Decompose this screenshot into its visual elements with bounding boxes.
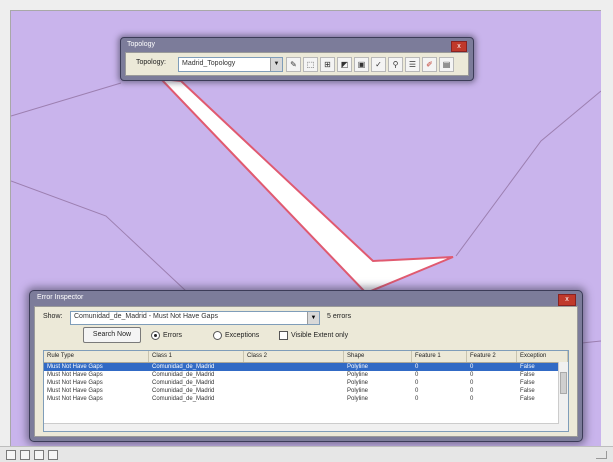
table-cell: 0 (470, 364, 474, 370)
table-cell (244, 379, 344, 387)
edit-pencil-icon[interactable]: ✐ (422, 57, 437, 72)
table-row[interactable]: Must Not Have Gaps Comunidad_de_Madrid P… (44, 379, 568, 387)
chevron-down-icon[interactable]: ▼ (270, 58, 282, 71)
show-select[interactable]: Comunidad_de_Madrid - Must Not Have Gaps… (70, 311, 320, 325)
table-cell: 0 (470, 388, 474, 394)
left-ruler (0, 0, 10, 461)
status-bar (0, 446, 613, 462)
exceptions-radio-label: Exceptions (225, 332, 260, 339)
topology-edit-icon[interactable]: ✎ (286, 57, 301, 72)
select-feature-icon[interactable]: ⬚ (303, 57, 318, 72)
layout-view-icon[interactable] (20, 450, 30, 460)
table-cell (244, 371, 344, 379)
error-count: 5 errors (327, 313, 352, 320)
table-cell: Comunidad_de_Madrid (152, 388, 215, 394)
delete-icon[interactable]: ▤ (439, 57, 454, 72)
fix-error-icon[interactable]: ✓ (371, 57, 386, 72)
topology-label: Topology: (136, 59, 166, 66)
table-row[interactable]: Must Not Have Gaps Comunidad_de_Madrid P… (44, 363, 568, 371)
errors-radio-label: Errors (163, 332, 183, 339)
table-cell: Comunidad_de_Madrid (152, 380, 215, 386)
table-cell: 0 (415, 380, 419, 386)
table-cell: Must Not Have Gaps (47, 396, 103, 402)
table-cell: Polyline (347, 380, 369, 386)
topology-select[interactable]: Madrid_Topology ▼ (178, 57, 283, 72)
error-inspector-title: Error Inspector (37, 294, 84, 301)
validate-visible-icon[interactable]: ▣ (354, 57, 369, 72)
topology-select-value: Madrid_Topology (182, 60, 236, 67)
close-icon[interactable]: x (451, 41, 467, 52)
exceptions-radio[interactable]: Exceptions (213, 331, 259, 340)
polygon-boundary-line (11, 180, 187, 292)
polygon-boundary-line (455, 90, 601, 257)
table-cell: Polyline (347, 388, 369, 394)
table-row[interactable]: Must Not Have Gaps Comunidad_de_Madrid P… (44, 371, 568, 379)
error-inspector-icon[interactable]: ⚲ (388, 57, 403, 72)
visible-extent-label: Visible Extent only (291, 332, 349, 339)
table-cell (244, 387, 344, 395)
map-topology-icon[interactable]: ⊞ (320, 57, 335, 72)
table-cell: Comunidad_de_Madrid (152, 364, 215, 370)
error-table[interactable]: Rule Type Class 1 Class 2 Shape Feature … (43, 350, 569, 432)
table-row[interactable]: Must Not Have Gaps Comunidad_de_Madrid P… (44, 387, 568, 395)
table-header: Rule Type Class 1 Class 2 Shape Feature … (44, 351, 568, 363)
topology-gap-error-polygon[interactable] (158, 77, 454, 295)
column-header[interactable]: Feature 2 (467, 351, 517, 362)
table-cell: 0 (415, 396, 419, 402)
column-header[interactable]: Class 1 (149, 351, 244, 362)
vertical-scrollbar[interactable] (558, 362, 568, 431)
table-cell: 0 (415, 388, 419, 394)
resize-grip-icon[interactable] (596, 451, 607, 459)
table-cell: 0 (415, 372, 419, 378)
table-cell: Comunidad_de_Madrid (152, 396, 215, 402)
table-cell: Must Not Have Gaps (47, 380, 103, 386)
checkbox-icon[interactable] (279, 331, 288, 340)
table-cell (244, 363, 344, 371)
radio-icon[interactable] (151, 331, 160, 340)
radio-icon[interactable] (213, 331, 222, 340)
error-inspector-body: Show: Comunidad_de_Madrid - Must Not Hav… (34, 306, 578, 437)
search-now-button[interactable]: Search Now (83, 327, 141, 343)
table-cell: 0 (470, 396, 474, 402)
polygon-boundary-line (11, 82, 122, 117)
topology-toolbar-window[interactable]: Topology x Topology: Madrid_Topology ▼ ✎… (120, 37, 474, 81)
table-cell (244, 395, 344, 403)
topology-toolbar-title: Topology (127, 41, 156, 48)
scrollbar-thumb[interactable] (560, 372, 567, 394)
column-header[interactable]: Class 2 (244, 351, 344, 362)
column-header[interactable]: Rule Type (44, 351, 149, 362)
table-cell: Polyline (347, 396, 369, 402)
column-header[interactable]: Exception (517, 351, 568, 362)
topology-toolbar: Topology: Madrid_Topology ▼ ✎ ⬚ ⊞ ◩ ▣ ✓ … (125, 52, 469, 76)
chevron-down-icon[interactable]: ▼ (307, 312, 319, 324)
table-cell: Polyline (347, 364, 369, 370)
table-cell: 0 (470, 380, 474, 386)
table-cell: Must Not Have Gaps (47, 388, 103, 394)
error-inspector-window[interactable]: Error Inspector x Show: Comunidad_de_Mad… (29, 290, 583, 442)
pause-drawing-icon[interactable] (48, 450, 58, 460)
horizontal-scrollbar[interactable] (44, 423, 559, 431)
column-header[interactable]: Shape (344, 351, 412, 362)
table-cell: Must Not Have Gaps (47, 364, 103, 370)
topology-rules-icon[interactable]: ☰ (405, 57, 420, 72)
refresh-icon[interactable] (34, 450, 44, 460)
table-cell: Comunidad_de_Madrid (152, 372, 215, 378)
table-cell: Polyline (347, 372, 369, 378)
show-label: Show: (43, 313, 63, 320)
data-view-icon[interactable] (6, 450, 16, 460)
show-select-value: Comunidad_de_Madrid - Must Not Have Gaps (74, 313, 218, 320)
visible-extent-checkbox[interactable]: Visible Extent only (279, 331, 348, 340)
validate-extent-icon[interactable]: ◩ (337, 57, 352, 72)
errors-radio[interactable]: Errors (151, 331, 182, 340)
column-header[interactable]: Feature 1 (412, 351, 467, 362)
right-ruler (601, 0, 613, 461)
table-cell: Must Not Have Gaps (47, 372, 103, 378)
table-cell: 0 (415, 364, 419, 370)
table-cell: 0 (470, 372, 474, 378)
table-row[interactable]: Must Not Have Gaps Comunidad_de_Madrid P… (44, 395, 568, 403)
close-icon[interactable]: x (558, 294, 576, 306)
